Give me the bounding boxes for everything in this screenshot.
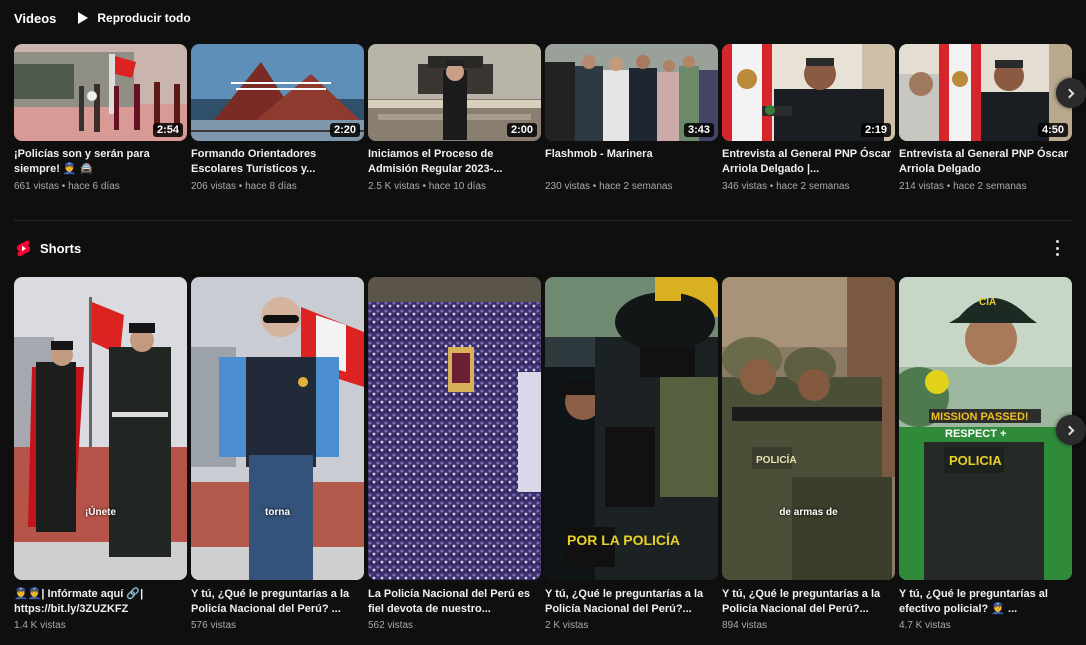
vest-text-line1: POR LA POLICÍA	[567, 532, 680, 548]
short-card[interactable]: POLICÍA de armas de Y tú, ¿Qué le pregun…	[722, 277, 895, 631]
video-duration: 2:54	[152, 123, 183, 137]
short-thumbnail[interactable]: POR LA POLICÍA	[545, 277, 718, 580]
shorts-section-header: Shorts	[16, 238, 81, 258]
video-meta: 214 vistas • hace 2 semanas	[899, 181, 1027, 192]
video-card[interactable]: 2:19 Entrevista al General PNP Óscar Arr…	[722, 44, 895, 192]
video-thumbnail[interactable]: 2:19	[722, 44, 895, 141]
play-all-label: Reproducir todo	[97, 11, 191, 25]
video-thumbnail[interactable]: 2:00	[368, 44, 541, 141]
short-caption: ¡Únete	[84, 507, 117, 518]
video-meta: 2.5 K vistas • hace 10 días	[368, 181, 487, 192]
vest-text: POLICIA	[949, 453, 1002, 468]
video-meta: 346 vistas • hace 2 semanas	[722, 181, 850, 192]
short-thumbnail[interactable]: CIA MISSION PASSED! RESPECT + POLICIA	[899, 277, 1072, 580]
shorts-section-title: Shorts	[40, 240, 82, 256]
video-thumbnail[interactable]: 4:50	[899, 44, 1072, 141]
short-title[interactable]: Y tú, ¿Qué le preguntarías al efectivo p…	[899, 587, 1072, 617]
video-meta: 661 vistas • hace 6 días	[14, 181, 120, 192]
video-card[interactable]: 2:00 Iniciamos el Proceso de Admisión Re…	[368, 44, 541, 192]
short-card[interactable]: CIA MISSION PASSED! RESPECT + POLICIA Y …	[899, 277, 1072, 631]
short-card[interactable]: POR LA POLICÍA Y tú, ¿Qué le preguntaría…	[545, 277, 718, 631]
videos-shelf: 2:54 ¡Policías son y serán para siempre!…	[14, 44, 1072, 204]
video-duration: 2:20	[329, 123, 360, 137]
short-meta: 4.7 K vistas	[899, 620, 951, 631]
videos-section-title[interactable]: Videos	[14, 11, 56, 26]
section-divider	[14, 220, 1072, 221]
play-all-button[interactable]: Reproducir todo	[78, 11, 191, 25]
cap-text: CIA	[979, 297, 996, 308]
short-meta: 894 vistas	[722, 620, 768, 631]
short-meta: 1.4 K vistas	[14, 620, 66, 631]
video-card[interactable]: 3:43 Flashmob - Marinera 230 vistas • ha…	[545, 44, 718, 192]
short-title[interactable]: La Policía Nacional del Perú es fiel dev…	[368, 587, 541, 617]
videos-section-header: Videos Reproducir todo	[14, 8, 191, 28]
short-thumbnail[interactable]: ¡Únete	[14, 277, 187, 580]
shorts-shelf: ¡Únete 👮👮| Infórmate aquí 🔗| https://bit…	[14, 277, 1072, 639]
short-title[interactable]: 👮👮| Infórmate aquí 🔗| https://bit.ly/3ZU…	[14, 587, 187, 617]
video-title[interactable]: Flashmob - Marinera	[545, 147, 718, 177]
video-thumbnail[interactable]: 2:20	[191, 44, 364, 141]
video-title[interactable]: Entrevista al General PNP Óscar Arriola …	[722, 147, 895, 177]
short-caption: de armas de	[779, 507, 838, 518]
videos-next-button[interactable]	[1056, 78, 1086, 108]
video-duration: 2:19	[860, 123, 891, 137]
shorts-logo-icon	[16, 240, 31, 256]
video-meta: 230 vistas • hace 2 semanas	[545, 181, 673, 192]
short-card[interactable]: ¡Únete 👮👮| Infórmate aquí 🔗| https://bit…	[14, 277, 187, 631]
video-duration: 2:00	[506, 123, 537, 137]
video-thumbnail[interactable]: 2:54	[14, 44, 187, 141]
shorts-next-button[interactable]	[1056, 415, 1086, 445]
video-title[interactable]: ¡Policías son y serán para siempre! 👮 🚔	[14, 147, 187, 177]
video-title[interactable]: Entrevista al General PNP Óscar Arriola …	[899, 147, 1072, 177]
chevron-right-icon	[1064, 88, 1075, 98]
video-meta: 206 vistas • hace 8 días	[191, 181, 297, 192]
video-card[interactable]: 2:20 Formando Orientadores Escolares Tur…	[191, 44, 364, 192]
short-meta: 576 vistas	[191, 620, 237, 631]
vest-text: POLICÍA	[756, 453, 797, 466]
video-duration: 3:43	[683, 123, 714, 137]
short-title[interactable]: Y tú, ¿Qué le preguntarías a la Policía …	[545, 587, 718, 617]
short-title[interactable]: Y tú, ¿Qué le preguntarías a la Policía …	[191, 587, 364, 617]
short-thumbnail[interactable]: torna	[191, 277, 364, 580]
play-icon	[78, 12, 89, 24]
sticker-mission: MISSION PASSED!	[931, 411, 1029, 423]
video-title[interactable]: Iniciamos el Proceso de Admisión Regular…	[368, 147, 541, 177]
chevron-right-icon	[1064, 425, 1075, 435]
short-card[interactable]: La Policía Nacional del Perú es fiel dev…	[368, 277, 541, 631]
video-duration: 4:50	[1037, 123, 1068, 137]
short-caption: torna	[265, 507, 290, 518]
short-thumbnail[interactable]	[368, 277, 541, 580]
video-card[interactable]: 4:50 Entrevista al General PNP Óscar Arr…	[899, 44, 1072, 192]
short-meta: 2 K vistas	[545, 620, 589, 631]
video-card[interactable]: 2:54 ¡Policías son y serán para siempre!…	[14, 44, 187, 192]
short-title[interactable]: Y tú, ¿Qué le preguntarías a la Policía …	[722, 587, 895, 617]
video-thumbnail[interactable]: 3:43	[545, 44, 718, 141]
short-card[interactable]: torna Y tú, ¿Qué le preguntarías a la Po…	[191, 277, 364, 631]
short-meta: 562 vistas	[368, 620, 414, 631]
video-title[interactable]: Formando Orientadores Escolares Turístic…	[191, 147, 364, 177]
short-thumbnail[interactable]: POLICÍA de armas de	[722, 277, 895, 580]
sticker-respect: RESPECT +	[945, 428, 1006, 440]
more-vert-icon[interactable]	[1052, 240, 1062, 256]
